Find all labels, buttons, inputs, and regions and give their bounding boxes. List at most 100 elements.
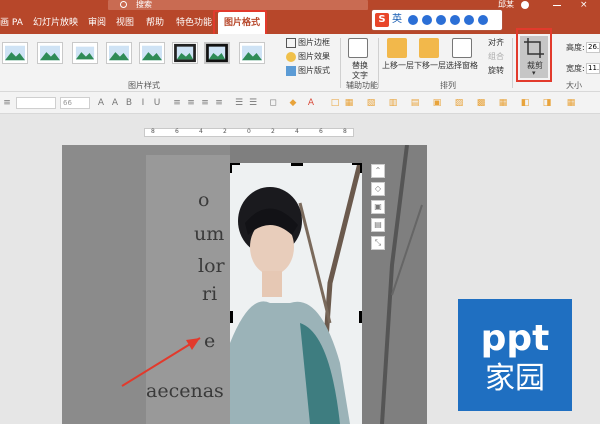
decrease-font-icon[interactable]: A — [110, 98, 120, 108]
group-objects-icon[interactable]: ▣ — [432, 98, 442, 108]
font-size-dropdown[interactable]: 66 — [60, 97, 90, 109]
search-icon — [120, 1, 127, 8]
ribbon-divider — [340, 38, 341, 88]
ime-toolbar[interactable]: S 英 — [372, 10, 502, 30]
shape-icon[interactable]: □ — [330, 98, 340, 108]
picture-effects-button[interactable]: 图片效果 — [298, 51, 330, 63]
paste-icon[interactable]: ▤ — [371, 218, 385, 232]
picture-style-1[interactable] — [2, 42, 28, 64]
bring-forward-icon — [387, 38, 407, 58]
increase-font-icon[interactable]: A — [96, 98, 106, 108]
underline-icon[interactable]: U — [152, 98, 162, 108]
width-label: 宽度: — [566, 64, 585, 73]
ime-mic-icon[interactable] — [436, 15, 446, 25]
close-icon[interactable]: × — [580, 0, 588, 10]
ime-punctuation-icon[interactable] — [408, 15, 418, 25]
picture-style-5[interactable] — [139, 42, 165, 64]
picture-style-4[interactable] — [106, 42, 132, 64]
picture-style-7[interactable] — [204, 42, 230, 64]
title-bar: 搜索 邱某 × — [0, 0, 600, 12]
user-name[interactable]: 邱某 — [498, 0, 514, 10]
align-button[interactable]: 对齐 — [488, 37, 504, 49]
tab-slideshow[interactable]: 幻灯片放映 — [33, 12, 78, 34]
ime-language[interactable]: 英 — [392, 12, 402, 28]
picture-style-8[interactable] — [239, 42, 265, 64]
slide-text-line: ri — [202, 283, 218, 305]
collapse-icon[interactable]: ⌃ — [371, 164, 385, 178]
ime-skin-icon[interactable] — [478, 15, 488, 25]
position-icon[interactable]: ◇ — [371, 182, 385, 196]
bring-front-icon[interactable]: ▩ — [476, 98, 486, 108]
arrange-shape-icon[interactable]: ▦ — [344, 98, 354, 108]
alt-text-icon — [348, 38, 368, 58]
ime-keyboard-icon[interactable] — [450, 15, 460, 25]
crop-handle-top-right[interactable] — [352, 163, 362, 173]
ribbon: 图片样式 图片边框 图片效果 图片版式 替换 文字 辅助功能 上移一层 下移一层… — [0, 34, 600, 92]
picture-border-button[interactable]: 图片边框 — [298, 37, 330, 49]
justify-icon[interactable]: ≡ — [214, 98, 224, 108]
align-left-icon[interactable]: ≡ — [172, 98, 182, 108]
tab-review[interactable]: 审阅 — [88, 12, 106, 34]
numbering-icon[interactable]: ☰ — [248, 98, 258, 108]
bring-forward-button[interactable]: 上移一层 — [382, 60, 414, 72]
italic-icon[interactable]: I — [138, 98, 148, 108]
crop-handle-top-left[interactable] — [230, 163, 240, 173]
more-tools-icon[interactable]: ▦ — [566, 98, 576, 108]
fill-color-icon[interactable]: ◆ — [288, 98, 298, 108]
annotation-arrow — [121, 337, 201, 387]
rotate-button[interactable]: 旋转 — [488, 65, 504, 77]
picture-border-icon — [286, 38, 296, 48]
group-button[interactable]: 组合 — [488, 51, 504, 63]
picture-style-6[interactable] — [172, 42, 198, 64]
align-objects-icon[interactable]: ▤ — [410, 98, 420, 108]
cropped-photo[interactable] — [230, 163, 362, 424]
ruler-label: 4 — [295, 128, 299, 135]
send-backward-button[interactable]: 下移一层 — [414, 60, 446, 72]
crop-handle-top[interactable] — [291, 163, 303, 166]
align-right-icon[interactable]: ≡ — [200, 98, 210, 108]
tab-features[interactable]: 特色功能 — [176, 12, 212, 34]
tab-help[interactable]: 帮助 — [146, 12, 164, 34]
crop-small-icon[interactable]: ◨ — [542, 98, 552, 108]
shape-outline-icon[interactable]: ◻ — [268, 98, 278, 108]
width-field[interactable]: 11.6 — [586, 63, 600, 74]
ruler-label: 4 — [199, 128, 203, 135]
resize-icon[interactable]: ⤡ — [371, 236, 385, 250]
distribute-icon[interactable]: ▥ — [388, 98, 398, 108]
horizontal-ruler: 8 6 4 2 0 2 4 6 8 — [144, 128, 354, 137]
avatar[interactable] — [521, 1, 529, 9]
sogou-logo-icon: S — [375, 13, 389, 27]
crop-handle-left[interactable] — [230, 311, 233, 323]
flip-icon[interactable]: ◧ — [520, 98, 530, 108]
ime-emoji-icon[interactable] — [422, 15, 432, 25]
bullets-icon[interactable]: ☰ — [234, 98, 244, 108]
font-color-icon[interactable]: A — [306, 98, 316, 108]
bold-icon[interactable]: B — [124, 98, 134, 108]
send-backward-icon — [419, 38, 439, 58]
minimize-icon[interactable] — [553, 5, 561, 6]
tab-picture-format[interactable]: 图片格式 — [218, 12, 267, 34]
rotate-objects-icon[interactable]: ▨ — [454, 98, 464, 108]
crop-handle-right[interactable] — [359, 311, 362, 323]
quick-style-icon[interactable]: ▧ — [366, 98, 376, 108]
format-painter-icon[interactable]: ≡ — [2, 98, 12, 108]
crop-button[interactable]: 裁剪 ▾ — [520, 36, 548, 78]
send-back-icon[interactable]: ▦ — [498, 98, 508, 108]
picture-layout-button[interactable]: 图片版式 — [298, 65, 330, 77]
picture-style-2[interactable] — [37, 42, 63, 64]
size-group-label: 大小 — [566, 81, 582, 90]
selection-pane-icon — [452, 38, 472, 58]
ime-user-icon[interactable] — [464, 15, 474, 25]
picture-style-3[interactable] — [72, 42, 98, 64]
font-name-dropdown[interactable] — [16, 97, 56, 109]
height-field[interactable]: 26.7 — [586, 42, 600, 53]
tab-draw[interactable]: 画 PA — [0, 12, 23, 34]
ruler-label: 8 — [151, 128, 155, 135]
align-center-icon[interactable]: ≡ — [186, 98, 196, 108]
crop-dropdown-icon[interactable]: ▾ — [532, 69, 536, 77]
search-label: 搜索 — [136, 0, 152, 9]
selection-pane-button[interactable]: 选择窗格 — [446, 60, 478, 72]
picture-quick-tools: ⌃ ◇ ▣ ▤ ⤡ — [371, 164, 387, 254]
tab-view[interactable]: 视图 — [116, 12, 134, 34]
copy-icon[interactable]: ▣ — [371, 200, 385, 214]
